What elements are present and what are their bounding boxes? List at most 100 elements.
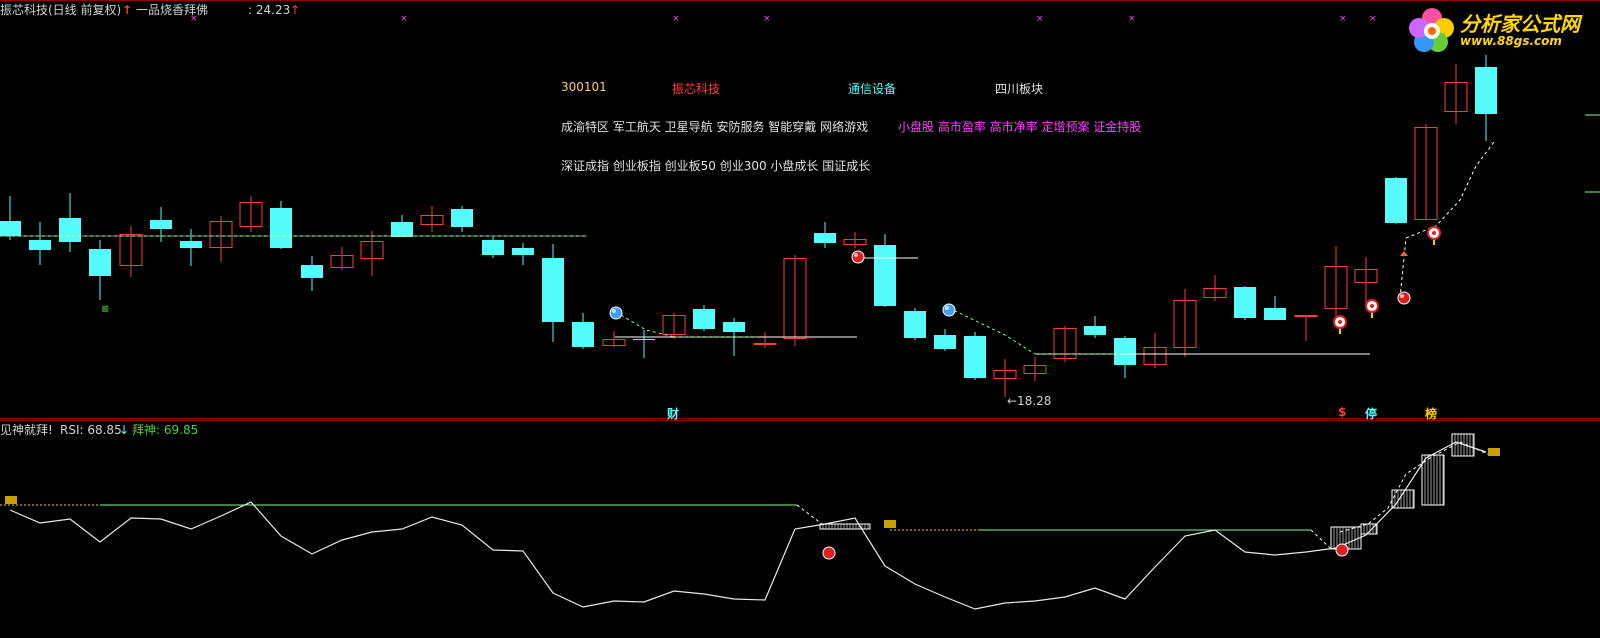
down-arrow-icon: ↓ bbox=[119, 423, 130, 437]
candle-body bbox=[59, 218, 81, 242]
main-chart-panel[interactable]: 振芯科技(日线 前复权) ↑ 一品烧香拜佛 : 24.23 ↑ × × × × … bbox=[0, 0, 1600, 421]
candle bbox=[1385, 177, 1407, 224]
x-marker-icon: × bbox=[190, 14, 198, 24]
candle-body bbox=[150, 220, 172, 229]
candle bbox=[843, 232, 867, 248]
candle bbox=[904, 308, 926, 340]
candle bbox=[270, 201, 292, 249]
candle-body bbox=[904, 311, 926, 338]
site-logo[interactable]: 分析家公式网 www.88gs.com bbox=[1400, 0, 1596, 58]
candle-body bbox=[1084, 326, 1106, 335]
candle bbox=[420, 206, 444, 232]
candle bbox=[1354, 257, 1378, 304]
candle-body bbox=[1294, 315, 1318, 317]
pin-dot bbox=[1338, 320, 1342, 324]
candle bbox=[512, 243, 534, 265]
red-ball-icon bbox=[1335, 543, 1349, 557]
candle-body bbox=[512, 248, 534, 255]
chest-icon bbox=[5, 496, 17, 504]
candle-body bbox=[89, 249, 111, 276]
candle bbox=[1294, 315, 1318, 341]
candle-body bbox=[301, 265, 323, 278]
bai-dashed bbox=[1310, 529, 1331, 549]
candle-body bbox=[1114, 338, 1136, 365]
candle bbox=[391, 215, 413, 237]
candle bbox=[1053, 326, 1077, 362]
candle bbox=[119, 226, 143, 277]
candle-body bbox=[633, 339, 655, 340]
candle bbox=[482, 237, 504, 258]
candle-body bbox=[1234, 287, 1256, 318]
candle-body bbox=[180, 241, 202, 248]
candle bbox=[239, 196, 263, 232]
candle bbox=[1414, 124, 1438, 220]
candle bbox=[753, 332, 777, 348]
hatch-rect bbox=[1421, 454, 1445, 506]
candle bbox=[59, 193, 81, 252]
flower-logo-icon bbox=[1409, 8, 1454, 52]
candle bbox=[301, 256, 323, 291]
stock-name: 振芯科技 bbox=[672, 82, 721, 96]
candle-body bbox=[1475, 67, 1497, 114]
indicator-value: : 24.23 bbox=[248, 3, 291, 17]
chest-icon bbox=[1488, 448, 1500, 456]
candle-body bbox=[693, 309, 715, 329]
bai-value: 拜神: 69.85 bbox=[132, 423, 199, 437]
trend-dashed-line bbox=[1405, 141, 1495, 239]
region-label: 四川板块 bbox=[995, 82, 1044, 96]
candle-body bbox=[270, 208, 292, 248]
blue-ball-icon-shine bbox=[945, 306, 949, 310]
candle bbox=[1234, 286, 1256, 320]
candle-body bbox=[753, 343, 777, 345]
candle-body bbox=[391, 222, 413, 237]
candle bbox=[29, 222, 51, 265]
red-ball-icon bbox=[822, 546, 836, 560]
candle bbox=[1173, 289, 1197, 357]
styles-label: 小盘股 高市盈率 高市净率 定增预案 证金持股 bbox=[898, 120, 1142, 134]
candle bbox=[209, 216, 233, 262]
hatch-box bbox=[819, 523, 871, 530]
x-marker-icon: × bbox=[1036, 14, 1044, 24]
candle bbox=[874, 234, 896, 307]
candle-body bbox=[542, 258, 564, 322]
candle bbox=[1444, 64, 1468, 124]
candle-body bbox=[451, 209, 473, 227]
left-mark: ≌ bbox=[101, 304, 110, 315]
red-ball-icon-shine bbox=[854, 253, 858, 257]
concepts-label: 成渝特区 军工航天 卫星导航 安防服务 智能穿戴 网络游戏 bbox=[561, 120, 869, 134]
blue-ball-icon bbox=[942, 303, 956, 317]
candle bbox=[783, 255, 807, 346]
sub-title: 见神就拜! bbox=[0, 423, 53, 437]
x-marker-icon: × bbox=[1128, 14, 1136, 24]
candle bbox=[1475, 55, 1497, 141]
candle bbox=[180, 229, 202, 266]
candle bbox=[1114, 336, 1136, 378]
red-ball-icon-shine bbox=[1400, 294, 1404, 298]
candle bbox=[360, 231, 384, 276]
x-marker-icon: × bbox=[672, 14, 680, 24]
candle bbox=[1023, 357, 1047, 381]
candle bbox=[451, 206, 473, 232]
red-ball-icon bbox=[1397, 291, 1411, 305]
rsi-line bbox=[9, 441, 1487, 610]
rsi-value: RSI: 68.85 bbox=[60, 423, 122, 437]
hatch-box bbox=[1421, 454, 1445, 506]
candlestick-chart[interactable] bbox=[0, 0, 1600, 420]
event-s-marker[interactable]: $ bbox=[1338, 405, 1346, 419]
hatch-rect bbox=[819, 523, 871, 530]
candle bbox=[814, 222, 836, 248]
rsi-indicator-panel[interactable]: 见神就拜! RSI: 68.85 ↓ 拜神: 69.85 bbox=[0, 420, 1600, 638]
candle bbox=[1084, 316, 1106, 338]
candle bbox=[0, 196, 21, 240]
pin-dot bbox=[1432, 231, 1436, 235]
candle bbox=[602, 331, 626, 347]
pin-dot bbox=[1370, 304, 1374, 308]
candle bbox=[633, 330, 655, 358]
candle-body bbox=[1264, 308, 1286, 320]
rsi-chart[interactable] bbox=[0, 420, 1600, 638]
blue-ball-icon-shine bbox=[612, 309, 616, 313]
candle-body bbox=[1385, 178, 1407, 223]
candle bbox=[1203, 275, 1227, 301]
stock-code: 300101 bbox=[561, 80, 607, 94]
x-marker-icon: × bbox=[1339, 14, 1347, 24]
